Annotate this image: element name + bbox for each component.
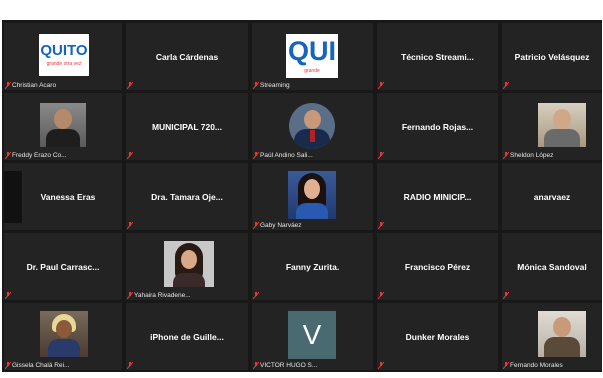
participant-photo [40, 311, 88, 357]
participant-tile-municipal-720[interactable]: MUNICIPAL 720... [126, 93, 248, 160]
participant-name: Dunker Morales [405, 331, 470, 342]
participant-name: MUNICIPAL 720... [151, 121, 223, 132]
participant-label: Gissela Chalá Rei... [12, 362, 70, 369]
participant-tile-freddy-erazo[interactable]: Freddy Erazo Co... [4, 93, 122, 160]
participant-name: anarvaez [533, 191, 571, 202]
participant-tile-fernando-rojas[interactable]: Fernando Rojas... [377, 93, 498, 160]
participant-tile-tecnico-streaming[interactable]: Técnico Streami... [377, 23, 498, 90]
quito-logo: QUI grande [286, 34, 338, 78]
participant-name: Dr. Paul Carrasc... [26, 261, 100, 272]
participant-label: Yahaira Rivadene... [134, 292, 191, 299]
participant-tile-victor-hugo[interactable]: V VICTOR HUGO S... [252, 303, 373, 370]
participant-name: Mónica Sandoval [517, 261, 587, 272]
muted-mic-icon [5, 82, 11, 89]
participant-photo [164, 241, 214, 287]
participant-photo [538, 103, 586, 147]
participant-tile-francisco-perez[interactable]: Francisco Pérez [377, 233, 498, 300]
participant-name: Fanny Zurita. [285, 261, 340, 272]
muted-mic-icon [253, 222, 259, 229]
muted-mic-icon [503, 152, 509, 159]
logo-text: QUI [287, 36, 336, 66]
participant-label: Sheldon López [510, 152, 554, 159]
muted-mic-icon [378, 292, 384, 299]
participant-name: Carla Cárdenas [155, 51, 219, 62]
participant-photo [288, 171, 336, 219]
participant-tile-dunker-morales[interactable]: Dunker Morales [377, 303, 498, 370]
muted-mic-icon [503, 82, 509, 89]
muted-mic-icon [127, 292, 133, 299]
participant-name: Patricio Velásquez [514, 51, 590, 62]
muted-mic-icon [503, 292, 509, 299]
participant-name: RADIO MINICIP... [403, 191, 472, 202]
participant-tile-fanny-zurita[interactable]: Fanny Zurita. [252, 233, 373, 300]
muted-mic-icon [5, 152, 11, 159]
logo-subtext: grande otra vez [46, 61, 82, 67]
participant-tile-monica-sandoval[interactable]: Mónica Sandoval [502, 233, 602, 300]
participant-tile-christian-acaro[interactable]: QUITO grande otra vez Christian Acaro [4, 23, 122, 90]
participant-name: iPhone de Guille... [150, 331, 224, 342]
participant-label: Freddy Erazo Co... [12, 152, 67, 159]
participant-tile-radio-municipal[interactable]: RADIO MINICIP... [377, 163, 498, 230]
participant-tile-gissela-chala[interactable]: Gissela Chalá Rei... [4, 303, 122, 370]
muted-mic-icon [5, 362, 11, 369]
muted-mic-icon [503, 362, 509, 369]
participant-tile-yahaira-rivadeneira[interactable]: Yahaira Rivadene... [126, 233, 248, 300]
muted-mic-icon [5, 292, 11, 299]
participant-label: Streaming [260, 82, 290, 89]
participant-tile-patricio-velasquez[interactable]: Patricio Velásquez [502, 23, 602, 90]
participant-name: Dra. Tamara Oje... [151, 191, 223, 202]
muted-mic-icon [253, 82, 259, 89]
participant-label: Christian Acaro [12, 82, 57, 89]
logo-subtext: grande [304, 68, 320, 74]
participant-label: Fernando Morales [510, 362, 563, 369]
muted-mic-icon [378, 222, 384, 229]
participant-tile-sheldon-lopez[interactable]: Sheldon López [502, 93, 602, 160]
participant-label: Paúl Andino Sali... [260, 152, 313, 159]
participant-tile-anarvaez[interactable]: anarvaez [502, 163, 602, 230]
participant-tile-vanessa-eras[interactable]: Vanessa Eras [4, 163, 122, 230]
muted-mic-icon [378, 362, 384, 369]
muted-mic-icon [378, 82, 384, 89]
muted-mic-icon [127, 82, 133, 89]
video-grid: QUITO grande otra vez Christian Acaro Ca… [2, 20, 602, 372]
participant-name: Vanessa Eras [40, 191, 96, 202]
participant-label: Gaby Narváez [260, 222, 302, 229]
participant-photo [538, 311, 586, 357]
muted-mic-icon [378, 152, 384, 159]
participant-tile-gaby-narvaez[interactable]: Gaby Narváez [252, 163, 373, 230]
participant-tile-fernando-morales[interactable]: Fernando Morales [502, 303, 602, 370]
quito-logo: QUITO grande otra vez [39, 34, 89, 76]
muted-mic-icon [253, 292, 259, 299]
avatar: V [288, 311, 336, 359]
participant-photo [289, 103, 335, 149]
participant-tile-paul-andino[interactable]: Paúl Andino Sali... [252, 93, 373, 160]
participant-photo [40, 103, 86, 147]
muted-mic-icon [253, 362, 259, 369]
participant-name: Técnico Streami... [401, 51, 474, 62]
participant-tile-paul-carrasco[interactable]: Dr. Paul Carrasc... [4, 233, 122, 300]
participant-label: VICTOR HUGO S... [260, 362, 318, 369]
muted-mic-icon [127, 152, 133, 159]
muted-mic-icon [127, 362, 133, 369]
participant-tile-streaming[interactable]: QUI grande Streaming [252, 23, 373, 90]
participant-tile-iphone-guillermo[interactable]: iPhone de Guille... [126, 303, 248, 370]
logo-text: QUITO [40, 42, 88, 59]
participant-tile-carla-cardenas[interactable]: Carla Cárdenas [126, 23, 248, 90]
participant-name: Fernando Rojas... [401, 121, 474, 132]
muted-mic-icon [253, 152, 259, 159]
muted-mic-icon [127, 222, 133, 229]
participant-name: Francisco Pérez [404, 261, 471, 272]
participant-tile-tamara-ojeda[interactable]: Dra. Tamara Oje... [126, 163, 248, 230]
